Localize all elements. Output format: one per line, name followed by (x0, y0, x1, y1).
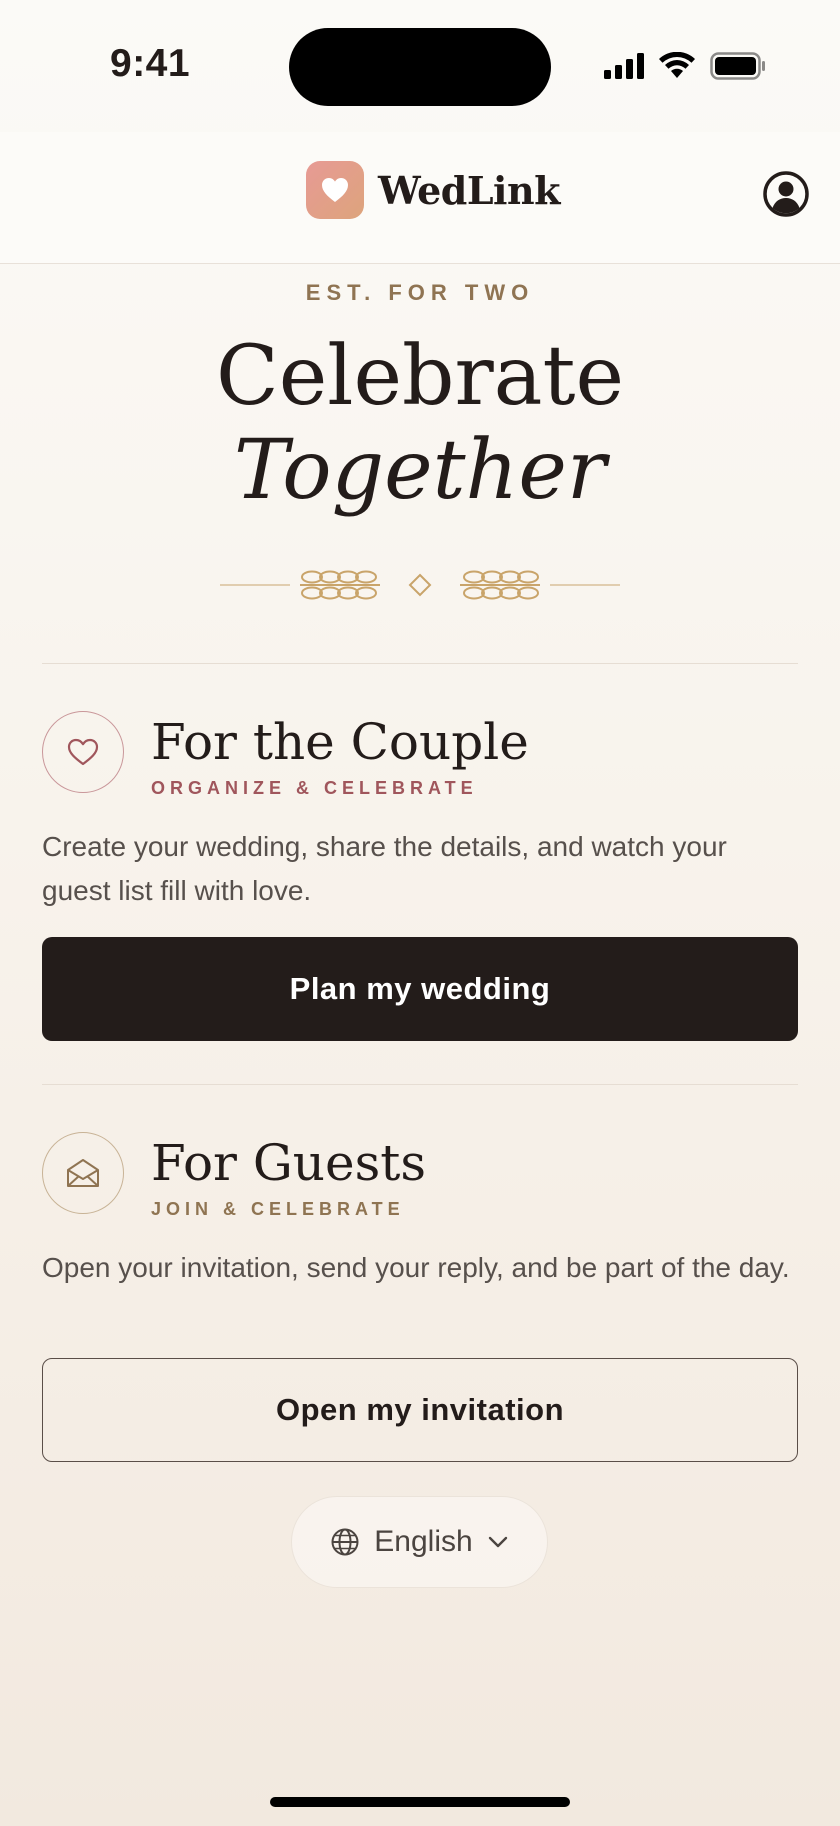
brand-name: WedLink (378, 167, 560, 213)
couple-title: For the Couple (151, 713, 529, 771)
couple-description: Create your wedding, share the details, … (42, 831, 727, 906)
brand-logo (306, 161, 364, 219)
battery-icon (710, 52, 765, 80)
laurel-left (300, 570, 380, 600)
hero-title: Celebrate (215, 329, 625, 424)
home-indicator (270, 1797, 570, 1807)
wifi-icon (659, 52, 695, 78)
guests-title: For Guests (151, 1134, 426, 1192)
language-selector[interactable]: English (291, 1496, 548, 1588)
couple-icon-badge (42, 711, 124, 793)
status-bar: 9:41 (0, 0, 840, 132)
hero-eyebrow: EST. FOR TWO (305, 280, 535, 305)
couple-subtitle: ORGANIZE & CELEBRATE (151, 778, 478, 798)
status-time: 9:41 (110, 42, 191, 85)
heart-outline-icon (67, 738, 99, 766)
envelope-open-icon (67, 1159, 99, 1187)
guests-icon-badge (42, 1132, 124, 1214)
chevron-down-icon (488, 1536, 507, 1548)
plan-wedding-button[interactable]: Plan my wedding (42, 937, 798, 1041)
brand[interactable]: WedLink (306, 161, 560, 219)
app-header: WedLink (0, 132, 840, 264)
divider (42, 663, 798, 664)
globe-icon (331, 1528, 359, 1556)
language-label: English (374, 1525, 473, 1558)
hero-title-italic: Together (233, 423, 607, 518)
dynamic-island (289, 28, 551, 106)
guests-description: Open your invitation, send your reply, a… (42, 1252, 790, 1283)
cellular-signal-icon (604, 53, 644, 79)
laurel-ornament (220, 570, 620, 600)
open-invitation-button[interactable]: Open my invitation (42, 1358, 798, 1462)
divider (42, 1084, 798, 1085)
status-icons (604, 52, 766, 80)
user-circle-icon (763, 171, 809, 217)
laurel-right (460, 570, 540, 600)
heart-icon (322, 178, 348, 202)
account-button[interactable] (762, 170, 810, 218)
diamond-icon (408, 573, 432, 597)
guests-subtitle: JOIN & CELEBRATE (151, 1199, 405, 1219)
